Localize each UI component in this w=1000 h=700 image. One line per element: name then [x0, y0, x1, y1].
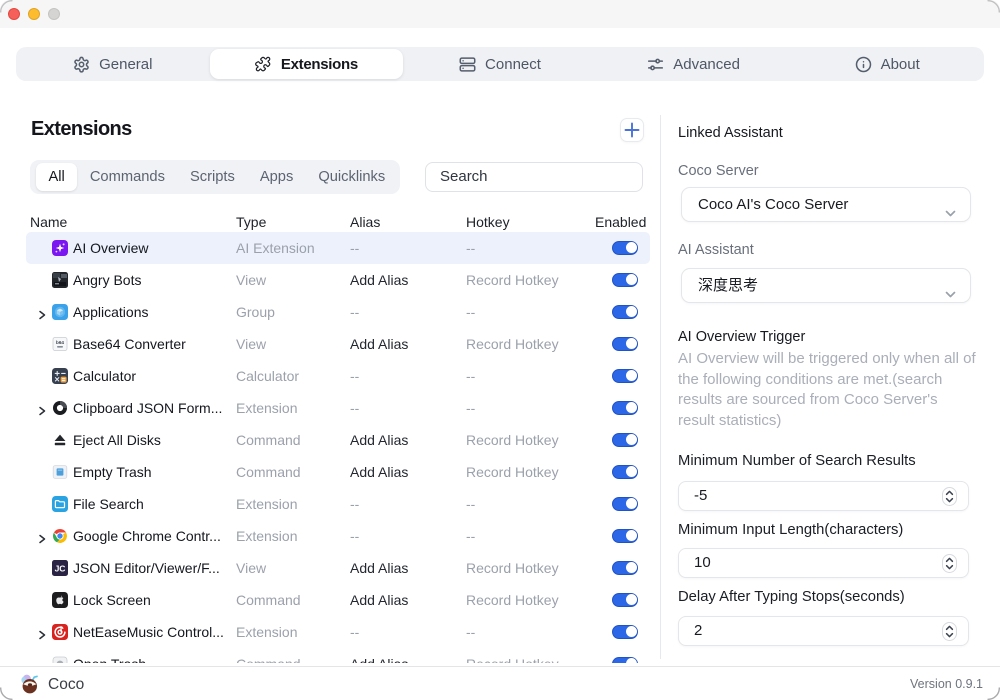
- svg-text:JC: JC: [55, 563, 66, 573]
- svg-text:b64: b64: [56, 340, 64, 345]
